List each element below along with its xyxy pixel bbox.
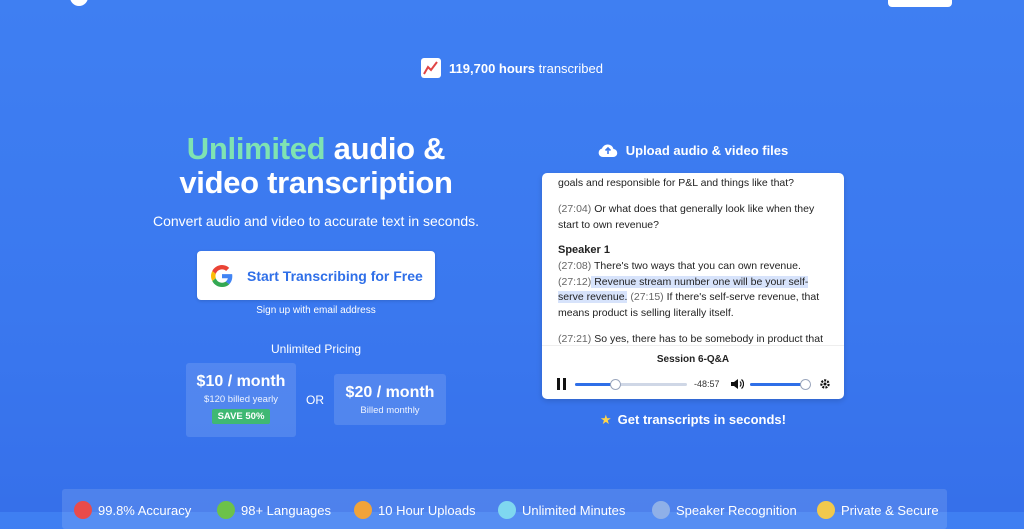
header-button[interactable] <box>888 0 952 7</box>
tagline-text: Get transcripts in seconds! <box>617 412 786 427</box>
transcript-demo-card: goals and responsible for P&L and things… <box>542 173 844 399</box>
transcript-scroll[interactable]: goals and responsible for P&L and things… <box>542 173 844 345</box>
globe-icon <box>217 501 235 519</box>
monthly-billing-note: Billed monthly <box>360 405 420 416</box>
volume-fill <box>750 383 806 386</box>
feature-label: 98+ Languages <box>241 502 332 518</box>
hero-subtitle: Convert audio and video to accurate text… <box>152 213 480 229</box>
speaker-icon <box>652 501 670 519</box>
pause-icon[interactable] <box>557 378 567 390</box>
trending-chart-icon <box>421 58 442 78</box>
volume-slider[interactable] <box>750 379 812 390</box>
monthly-plan-card[interactable]: $20 / month Billed monthly <box>334 374 446 425</box>
hero-title-rest: audio & <box>333 131 446 166</box>
progress-knob[interactable] <box>610 379 622 390</box>
session-title: Session 6-Q&A <box>656 354 730 365</box>
transcript-paragraph: (27:21) So yes, there has to be somebody… <box>558 332 828 345</box>
feature-label: 10 Hour Uploads <box>378 502 476 518</box>
star-icon: ★ <box>600 412 612 427</box>
yearly-plan-card[interactable]: $10 / month $120 billed yearly SAVE 50% <box>186 363 296 437</box>
hours-count: 119,700 hours <box>449 60 536 76</box>
yearly-billing-note: $120 billed yearly <box>204 394 278 405</box>
save-badge: SAVE 50% <box>211 409 271 424</box>
volume-knob[interactable] <box>800 379 812 390</box>
feature-label: Private & Secure <box>841 502 939 518</box>
timestamp[interactable]: (27:04) <box>558 203 591 215</box>
hours-suffix: transcribed <box>538 60 603 76</box>
upload-files-label: Upload audio & video files <box>625 142 789 158</box>
pricing-title: Unlimited Pricing <box>270 342 362 356</box>
tagline: ★ Get transcripts in seconds! <box>542 412 844 428</box>
feature-item: Speaker Recognition <box>652 501 797 519</box>
transcript-text: So yes, there has to be somebody in prod… <box>591 333 824 345</box>
progress-fill <box>575 383 616 386</box>
target-icon <box>74 501 92 519</box>
time-remaining: -48:57 <box>694 379 720 389</box>
start-transcribing-label: Start Transcribing for Free <box>247 267 423 284</box>
volume-icon[interactable] <box>731 378 744 390</box>
transcript-paragraph: (27:04) Or what does that generally look… <box>558 202 828 233</box>
feature-label: Unlimited Minutes <box>522 502 626 518</box>
monthly-price: $20 / month <box>345 384 435 401</box>
transcript-text: There's two ways that you can own revenu… <box>591 260 801 272</box>
transcript-text: Or what does that generally look like wh… <box>558 203 815 231</box>
upload-icon <box>354 501 372 519</box>
transcript-line: goals and responsible for P&L and things… <box>558 177 795 189</box>
cloud-upload-icon <box>598 144 617 158</box>
hero-title: Unlimited audio & video transcription <box>120 132 512 200</box>
timestamp[interactable]: (27:08) <box>558 260 591 272</box>
or-separator: OR <box>306 393 324 407</box>
start-transcribing-button[interactable]: Start Transcribing for Free <box>197 251 435 300</box>
feature-bar: 99.8% Accuracy 98+ Languages 10 Hour Upl… <box>62 489 947 529</box>
feature-label: Speaker Recognition <box>676 502 797 518</box>
audio-player: Session 6-Q&A -48:57 <box>542 345 844 399</box>
email-signup-link[interactable]: Sign up with email address <box>197 305 435 316</box>
google-icon <box>211 264 233 287</box>
infinity-icon <box>498 501 516 519</box>
hero-title-accent: Unlimited <box>186 131 326 166</box>
lock-icon <box>817 501 835 519</box>
hours-transcribed-stat: 119,700 hours transcribed <box>0 58 1024 78</box>
feature-item: Private & Secure <box>817 501 939 519</box>
hero-title-line-2: video transcription <box>179 165 453 200</box>
timestamp[interactable]: (27:21) <box>558 333 591 345</box>
timestamp[interactable]: (27:15) <box>627 291 663 303</box>
feature-item: 98+ Languages <box>217 501 331 519</box>
upload-files-link[interactable]: Upload audio & video files <box>542 142 844 158</box>
timestamp[interactable]: (27:12) <box>558 276 591 288</box>
yearly-price: $10 / month <box>196 373 286 390</box>
settings-gear-icon[interactable] <box>819 378 831 390</box>
transcript-paragraph: (27:08) There's two ways that you can ow… <box>558 259 828 321</box>
feature-item: 99.8% Accuracy <box>74 501 191 519</box>
speaker-label: Speaker 1 <box>558 244 610 256</box>
feature-item: 10 Hour Uploads <box>354 501 476 519</box>
feature-label: 99.8% Accuracy <box>98 502 192 518</box>
feature-item: Unlimited Minutes <box>498 501 625 519</box>
logo-icon[interactable] <box>70 0 88 6</box>
progress-slider[interactable] <box>575 379 687 390</box>
